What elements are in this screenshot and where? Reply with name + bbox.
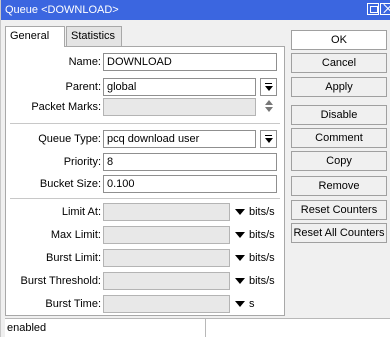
- parent-select[interactable]: global: [103, 78, 256, 96]
- disable-button[interactable]: Disable: [291, 105, 387, 125]
- queue-type-label: Queue Type:: [38, 133, 101, 145]
- cancel-button[interactable]: Cancel: [291, 53, 387, 73]
- burst-threshold-input[interactable]: [103, 272, 230, 290]
- parent-row: Parent: global: [6, 77, 286, 97]
- apply-button[interactable]: Apply: [291, 77, 387, 97]
- queue-type-select[interactable]: pcq download user: [103, 130, 256, 148]
- limit-at-input[interactable]: [103, 203, 230, 221]
- reset-all-counters-button[interactable]: Reset All Counters: [291, 223, 387, 243]
- queue-window: Queue <DOWNLOAD> General Statistics Name…: [0, 0, 390, 337]
- packet-marks-row: Packet Marks:: [6, 97, 286, 117]
- expand-triangle-icon[interactable]: [235, 232, 245, 238]
- reset-counters-button[interactable]: Reset Counters: [291, 200, 387, 220]
- divider: [10, 123, 280, 124]
- burst-time-input[interactable]: [103, 295, 230, 313]
- divider: [10, 198, 280, 199]
- burst-threshold-label: Burst Threshold:: [20, 275, 101, 287]
- burst-time-unit: s: [249, 298, 255, 310]
- status-bar: enabled: [5, 318, 390, 337]
- priority-row: Priority: 8: [6, 152, 286, 172]
- burst-limit-row: Burst Limit: bits/s: [6, 248, 286, 268]
- tab-statistics[interactable]: Statistics: [66, 26, 122, 46]
- bucket-size-row: Bucket Size: 0.100: [6, 174, 286, 194]
- max-limit-label: Max Limit:: [50, 229, 101, 241]
- status-text: enabled: [7, 322, 47, 334]
- burst-threshold-row: Burst Threshold: bits/s: [6, 271, 286, 291]
- queue-type-row: Queue Type: pcq download user: [6, 129, 286, 149]
- parent-label: Parent:: [65, 81, 101, 93]
- tab-general[interactable]: General: [5, 26, 65, 47]
- burst-limit-input[interactable]: [103, 249, 230, 267]
- updown-arrows-icon[interactable]: [264, 100, 274, 114]
- bucket-size-input[interactable]: 0.100: [103, 175, 277, 193]
- title-bar[interactable]: Queue <DOWNLOAD>: [1, 0, 390, 20]
- name-label: Name:: [68, 56, 101, 68]
- priority-label: Priority:: [63, 156, 101, 168]
- max-limit-unit: bits/s: [249, 229, 275, 241]
- burst-limit-unit: bits/s: [249, 252, 275, 264]
- close-icon[interactable]: [380, 3, 390, 15]
- limit-at-row: Limit At: bits/s: [6, 202, 286, 222]
- expand-triangle-icon[interactable]: [235, 301, 245, 307]
- expand-triangle-icon[interactable]: [235, 278, 245, 284]
- limit-at-label: Limit At:: [61, 206, 101, 218]
- restore-icon[interactable]: [367, 3, 379, 15]
- queue-type-dropdown-icon[interactable]: [260, 130, 277, 148]
- expand-triangle-icon[interactable]: [235, 209, 245, 215]
- max-limit-row: Max Limit: bits/s: [6, 225, 286, 245]
- packet-marks-input[interactable]: [103, 98, 256, 116]
- parent-dropdown-icon[interactable]: [260, 78, 277, 96]
- name-row: Name: DOWNLOAD: [6, 52, 286, 72]
- comment-button[interactable]: Comment: [291, 128, 387, 148]
- expand-triangle-icon[interactable]: [235, 255, 245, 261]
- copy-button[interactable]: Copy: [291, 151, 387, 171]
- status-divider: [205, 319, 206, 337]
- general-panel: Name: DOWNLOAD Parent: global Packet Mar…: [5, 46, 285, 316]
- max-limit-input[interactable]: [103, 226, 230, 244]
- window-title: Queue <DOWNLOAD>: [5, 4, 119, 16]
- priority-input[interactable]: 8: [103, 153, 277, 171]
- remove-button[interactable]: Remove: [291, 176, 387, 196]
- burst-time-label: Burst Time:: [45, 298, 101, 310]
- bucket-size-label: Bucket Size:: [39, 178, 101, 190]
- limit-at-unit: bits/s: [249, 206, 275, 218]
- packet-marks-label: Packet Marks:: [31, 101, 101, 113]
- name-input[interactable]: DOWNLOAD: [103, 53, 277, 71]
- burst-time-row: Burst Time: s: [6, 294, 286, 314]
- ok-button[interactable]: OK: [291, 30, 387, 50]
- burst-threshold-unit: bits/s: [249, 275, 275, 287]
- burst-limit-label: Burst Limit:: [45, 252, 101, 264]
